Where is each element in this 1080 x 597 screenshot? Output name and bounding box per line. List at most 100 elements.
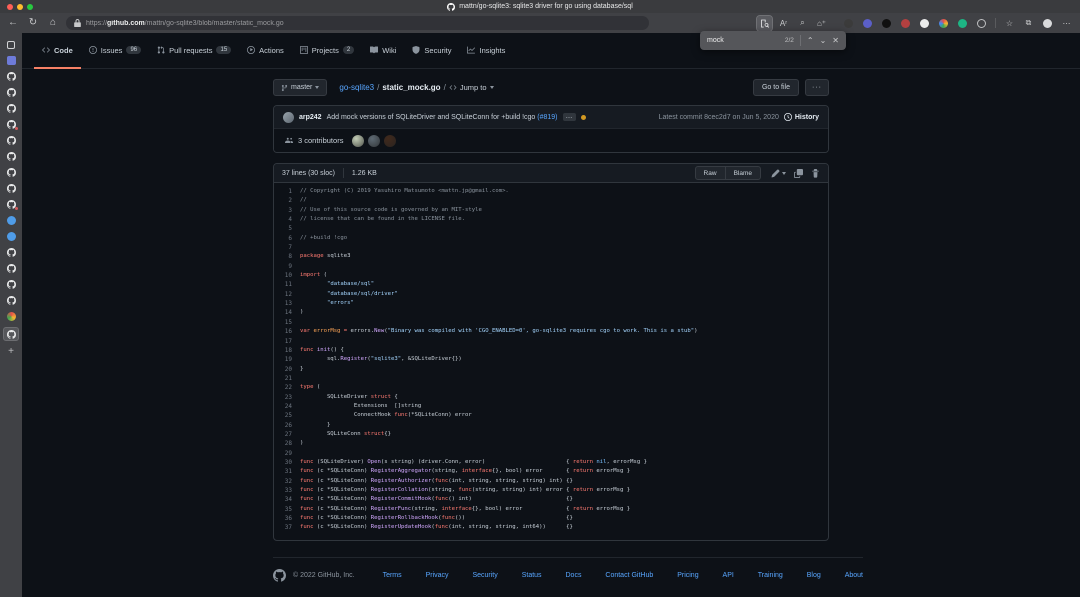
- jump-to-dropdown[interactable]: Jump to: [449, 83, 494, 92]
- line-number[interactable]: 35: [274, 505, 300, 514]
- extension-icon-8[interactable]: [974, 16, 989, 31]
- line-number[interactable]: 14: [274, 308, 300, 317]
- browser-tab-favicon[interactable]: [3, 231, 19, 242]
- back-icon[interactable]: ←: [6, 18, 20, 28]
- home-icon[interactable]: ⌂: [46, 18, 60, 28]
- browser-tab-favicon[interactable]: [3, 55, 19, 66]
- line-number[interactable]: 25: [274, 411, 300, 420]
- find-bar[interactable]: mock 2/2 ⌃ ⌄ ✕: [700, 31, 846, 50]
- extension-icon-3[interactable]: [879, 16, 894, 31]
- commit-author-avatar[interactable]: [283, 112, 294, 123]
- pr-link[interactable]: (#819): [537, 114, 557, 121]
- line-number[interactable]: 29: [274, 449, 300, 458]
- branch-selector[interactable]: master: [273, 79, 327, 96]
- commit-author[interactable]: arp242: [299, 114, 322, 121]
- github-tab-favicon[interactable]: [3, 295, 19, 306]
- browser-tab-favicon[interactable]: [3, 311, 19, 322]
- github-tab-favicon[interactable]: [3, 151, 19, 162]
- line-number[interactable]: 30: [274, 458, 300, 467]
- line-number[interactable]: 19: [274, 355, 300, 364]
- commit-status-dot[interactable]: [581, 115, 586, 120]
- github-tab-favicon[interactable]: [3, 183, 19, 194]
- settings-menu-icon[interactable]: ⋯: [1059, 16, 1074, 31]
- extension-icon-6[interactable]: [936, 16, 951, 31]
- line-number[interactable]: 33: [274, 486, 300, 495]
- commit-ellipsis-button[interactable]: …: [563, 113, 576, 121]
- repo-tab-security[interactable]: Security: [404, 33, 459, 69]
- refresh-icon[interactable]: ↻: [26, 18, 40, 28]
- extension-icon-2[interactable]: [860, 16, 875, 31]
- go-to-file-button[interactable]: Go to file: [753, 79, 799, 96]
- copy-icon[interactable]: [794, 169, 803, 178]
- contributor-avatar[interactable]: [384, 135, 396, 147]
- repo-tab-issues[interactable]: Issues96: [81, 33, 149, 69]
- line-number[interactable]: 34: [274, 495, 300, 504]
- code-view[interactable]: 1// Copyright (C) 2019 Yasuhiro Matsumot…: [274, 183, 828, 540]
- extension-icon-5[interactable]: [917, 16, 932, 31]
- line-number[interactable]: 17: [274, 337, 300, 346]
- footer-link-terms[interactable]: Terms: [383, 572, 402, 579]
- github-tab-favicon[interactable]: [3, 247, 19, 258]
- footer-link-training[interactable]: Training: [758, 572, 783, 579]
- contributors-label[interactable]: 3 contributors: [298, 136, 343, 145]
- contributor-avatar[interactable]: [368, 135, 380, 147]
- history-link[interactable]: History: [784, 113, 819, 121]
- line-number[interactable]: 31: [274, 467, 300, 476]
- github-tab-favicon[interactable]: [3, 279, 19, 290]
- line-number[interactable]: 20: [274, 365, 300, 374]
- file-options-kebab[interactable]: ···: [805, 79, 829, 96]
- line-number[interactable]: 12: [274, 290, 300, 299]
- line-number[interactable]: 1: [274, 187, 300, 196]
- repo-tab-wiki[interactable]: Wiki: [362, 33, 404, 69]
- blame-button[interactable]: Blame: [725, 166, 761, 180]
- line-number[interactable]: 28: [274, 439, 300, 448]
- immersive-reader-icon[interactable]: Aʳ: [776, 16, 791, 31]
- find-close-icon[interactable]: ✕: [832, 37, 839, 45]
- browser-essentials-icon[interactable]: ⌂⁺: [814, 16, 829, 31]
- line-number[interactable]: 37: [274, 523, 300, 532]
- line-number[interactable]: 32: [274, 477, 300, 486]
- new-tab-button[interactable]: +: [3, 346, 19, 357]
- line-number[interactable]: 23: [274, 393, 300, 402]
- line-number[interactable]: 5: [274, 224, 300, 233]
- line-number[interactable]: 21: [274, 374, 300, 383]
- line-number[interactable]: 18: [274, 346, 300, 355]
- github-tab-favicon[interactable]: [3, 103, 19, 114]
- line-number[interactable]: 2: [274, 196, 300, 205]
- footer-link-contact-github[interactable]: Contact GitHub: [605, 572, 653, 579]
- line-number[interactable]: 15: [274, 318, 300, 327]
- repo-tab-code[interactable]: Code: [34, 33, 81, 69]
- line-number[interactable]: 9: [274, 262, 300, 271]
- footer-link-privacy[interactable]: Privacy: [426, 572, 449, 579]
- commit-message[interactable]: Add mock versions of SQLiteDriver and SQ…: [327, 114, 558, 121]
- footer-link-about[interactable]: About: [845, 572, 863, 579]
- raw-button[interactable]: Raw: [695, 166, 726, 180]
- find-query[interactable]: mock: [707, 37, 779, 44]
- extension-icon-7[interactable]: [955, 16, 970, 31]
- line-number[interactable]: 11: [274, 280, 300, 289]
- github-tab-favicon[interactable]: [3, 71, 19, 82]
- find-previous-icon[interactable]: ⌃: [807, 37, 814, 45]
- delete-icon[interactable]: [811, 169, 820, 178]
- repo-tab-insights[interactable]: Insights: [459, 33, 513, 69]
- github-tab-favicon[interactable]: [3, 327, 19, 341]
- browser-tab-favicon[interactable]: [3, 215, 19, 226]
- github-tab-favicon[interactable]: [3, 199, 19, 210]
- extension-icon-1[interactable]: [841, 16, 856, 31]
- zoom-icon[interactable]: ⌕: [795, 16, 810, 31]
- extension-icon-4[interactable]: [898, 16, 913, 31]
- address-bar[interactable]: https://github.com/mattn/go-sqlite3/blob…: [66, 16, 649, 30]
- footer-link-api[interactable]: API: [723, 572, 734, 579]
- github-tab-favicon[interactable]: [3, 87, 19, 98]
- repo-tab-pull-requests[interactable]: Pull requests15: [149, 33, 239, 69]
- line-number[interactable]: 8: [274, 252, 300, 261]
- line-number[interactable]: 36: [274, 514, 300, 523]
- line-number[interactable]: 13: [274, 299, 300, 308]
- line-number[interactable]: 3: [274, 206, 300, 215]
- footer-link-blog[interactable]: Blog: [807, 572, 821, 579]
- footer-link-pricing[interactable]: Pricing: [677, 572, 698, 579]
- repo-tab-actions[interactable]: Actions: [239, 33, 292, 69]
- github-tab-favicon[interactable]: [3, 167, 19, 178]
- collections-icon[interactable]: ⧉: [1021, 16, 1036, 31]
- github-tab-favicon[interactable]: [3, 119, 19, 130]
